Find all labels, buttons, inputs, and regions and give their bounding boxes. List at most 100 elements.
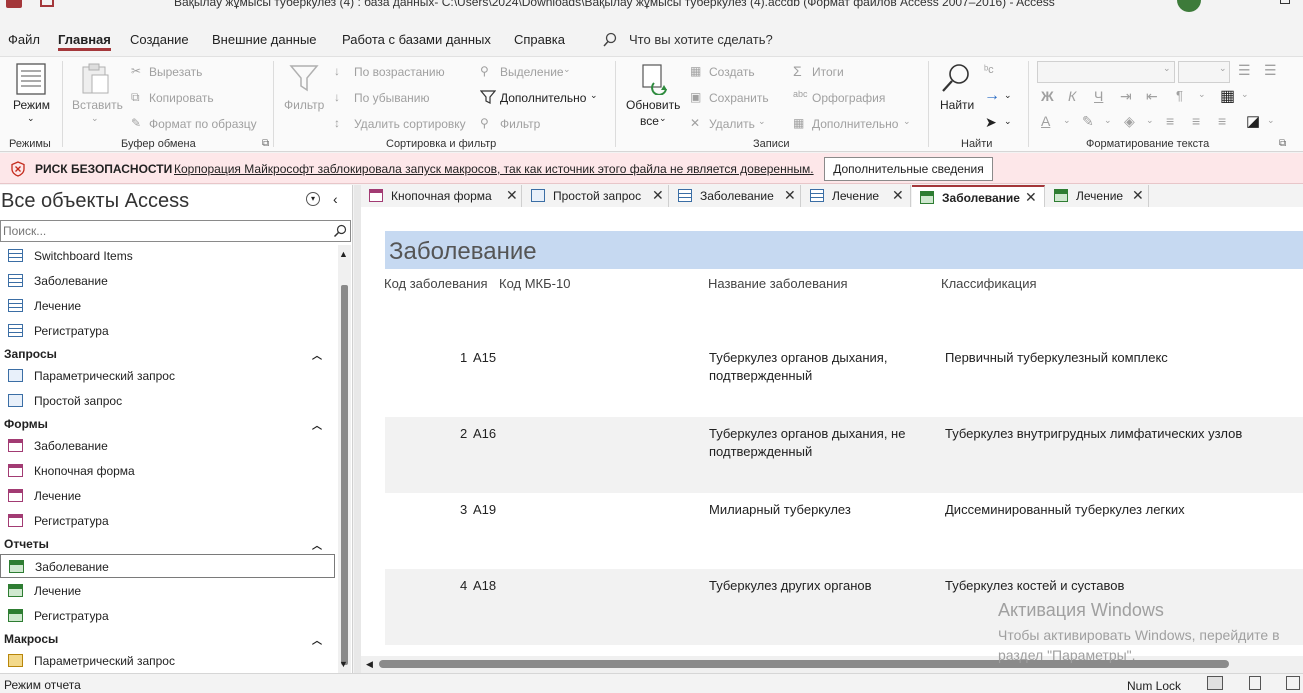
paragraph-dropdown-icon[interactable]: ⌄ — [1198, 89, 1206, 100]
paste-dropdown-icon[interactable]: ⌄ — [91, 113, 99, 124]
menu-database-tools[interactable]: Работа с базами данных — [342, 32, 491, 47]
font-name-dropdown-icon[interactable]: ⌄ — [1163, 63, 1171, 74]
tab-table-lechenie[interactable]: Лечение ✕ — [802, 185, 911, 207]
goto-dropdown-icon[interactable]: ⌄ — [1004, 90, 1012, 101]
selection-dropdown-icon[interactable]: ⌄ — [563, 64, 571, 75]
more-info-button[interactable]: Дополнительные сведения — [824, 157, 993, 181]
close-icon[interactable]: ✕ — [1132, 187, 1144, 204]
security-message-link[interactable]: Корпорация Майкрософт заблокировала запу… — [174, 162, 814, 176]
alternate-row-dropdown-icon[interactable]: ⌄ — [1267, 115, 1275, 126]
remove-sort-button[interactable]: Удалить сортировку — [354, 117, 466, 131]
close-icon[interactable]: ✕ — [652, 187, 664, 204]
layout-view-icon[interactable] — [1286, 676, 1300, 690]
font-size-dropdown-icon[interactable]: ⌄ — [1219, 63, 1227, 74]
chevron-up-icon[interactable]: ︿ — [312, 417, 322, 432]
font-name-select[interactable] — [1037, 61, 1175, 83]
close-icon[interactable]: ✕ — [892, 187, 904, 204]
nav-table-zabolevanie[interactable]: Заболевание — [0, 269, 335, 293]
scroll-up-icon[interactable]: ▲ — [339, 249, 348, 259]
sort-ascending-button[interactable]: По возрастанию — [354, 65, 445, 79]
nav-macro-parametric[interactable]: Параметрический запрос — [0, 649, 335, 673]
scroll-left-icon[interactable]: ◀ — [366, 659, 373, 670]
font-color-icon[interactable]: A — [1041, 113, 1050, 129]
nav-query-simple[interactable]: Простой запрос — [0, 389, 335, 413]
advanced-filter-button[interactable]: Дополнительно — [500, 91, 586, 105]
bullets-icon[interactable]: ☰ — [1238, 62, 1251, 79]
nav-search-input[interactable] — [0, 220, 351, 242]
refresh-all-button[interactable]: Обновить — [626, 98, 680, 112]
select-icon[interactable]: ➤ — [985, 114, 997, 131]
new-record-button[interactable]: Создать — [709, 65, 755, 79]
filter-button[interactable]: Фильтр — [284, 98, 324, 112]
report-view-icon[interactable] — [1207, 676, 1223, 690]
totals-button[interactable]: Итоги — [812, 65, 844, 79]
nav-query-parametric[interactable]: Параметрический запрос — [0, 364, 335, 388]
nav-group-forms[interactable]: Формы ︿ — [0, 413, 335, 435]
menu-external-data[interactable]: Внешние данные — [212, 32, 317, 47]
gridlines-dropdown-icon[interactable]: ⌄ — [1241, 89, 1249, 100]
delete-dropdown-icon[interactable]: ⌄ — [758, 116, 766, 127]
clipboard-launcher-icon[interactable]: ⧉ — [262, 138, 269, 149]
menu-help[interactable]: Справка — [514, 32, 565, 47]
nav-report-lechenie[interactable]: Лечение — [0, 579, 335, 603]
toggle-filter-button[interactable]: Фильтр — [500, 117, 540, 131]
restore-window-icon[interactable] — [1280, 0, 1290, 4]
fill-color-dropdown-icon[interactable]: ⌄ — [1146, 115, 1154, 126]
paste-button[interactable]: Вставить — [72, 98, 123, 112]
gridlines-icon[interactable]: ▦ — [1220, 86, 1235, 106]
alternate-row-color-icon[interactable]: ◪ — [1246, 112, 1260, 130]
close-icon[interactable]: ✕ — [1025, 189, 1037, 206]
nav-pane-title[interactable]: Все объекты Access — [1, 190, 189, 213]
refresh-dropdown-icon[interactable]: ⌄ — [659, 113, 667, 124]
decrease-indent-icon[interactable]: ⇤ — [1146, 88, 1158, 105]
save-record-button[interactable]: Сохранить — [709, 91, 769, 105]
chevron-up-icon[interactable]: ︿ — [312, 347, 322, 362]
view-dropdown-icon[interactable]: ⌄ — [27, 113, 35, 124]
advanced-dropdown-icon[interactable]: ⌄ — [590, 90, 598, 101]
nav-report-zabolevanie[interactable]: Заболевание — [0, 554, 335, 578]
nav-form-registratura[interactable]: Регистратура — [0, 509, 335, 533]
view-button[interactable]: Режим — [13, 98, 50, 112]
align-center-icon[interactable]: ≡ — [1192, 113, 1200, 129]
sort-descending-button[interactable]: По убыванию — [354, 91, 430, 105]
nav-menu-dropdown-icon[interactable]: ▾ — [306, 192, 320, 206]
cut-button[interactable]: Вырезать — [149, 65, 202, 79]
tell-me-search[interactable]: Что вы хотите сделать? — [629, 32, 773, 47]
nav-table-registratura[interactable]: Регистратура — [0, 319, 335, 343]
nav-group-queries[interactable]: Запросы ︿ — [0, 343, 335, 365]
text-format-launcher-icon[interactable]: ⧉ — [1279, 138, 1286, 149]
format-painter-button[interactable]: Формат по образцу — [149, 117, 257, 131]
close-icon[interactable]: ✕ — [506, 187, 518, 204]
align-left-icon[interactable]: ≡ — [1166, 113, 1174, 129]
font-color-dropdown-icon[interactable]: ⌄ — [1063, 115, 1071, 126]
nav-report-registratura[interactable]: Регистратура — [0, 604, 335, 628]
highlight-dropdown-icon[interactable]: ⌄ — [1104, 115, 1112, 126]
search-icon[interactable] — [333, 224, 347, 238]
replace-icon[interactable]: ᵇc — [984, 64, 994, 76]
chevron-up-icon[interactable]: ︿ — [312, 537, 322, 552]
tab-report-zabolevanie[interactable]: Заболевание ✕ — [912, 185, 1045, 207]
nav-scroll-thumb[interactable] — [341, 285, 348, 665]
goto-icon[interactable]: → — [984, 87, 1000, 105]
paragraph-icon[interactable]: ¶ — [1176, 88, 1183, 103]
menu-file[interactable]: Файл — [8, 32, 40, 47]
print-preview-icon[interactable] — [1249, 676, 1261, 690]
tab-switchboard-form[interactable]: Кнопочная форма ✕ — [361, 185, 522, 207]
nav-table-switchboard-items[interactable]: Switchboard Items — [0, 244, 335, 268]
chevron-up-icon[interactable]: ︿ — [312, 632, 322, 647]
tab-table-zabolevanie[interactable]: Заболевание ✕ — [670, 185, 801, 207]
align-right-icon[interactable]: ≡ — [1218, 113, 1226, 129]
menu-home[interactable]: Главная — [58, 32, 111, 51]
nav-form-lechenie[interactable]: Лечение — [0, 484, 335, 508]
nav-form-switchboard[interactable]: Кнопочная форма — [0, 459, 335, 483]
bold-button[interactable]: Ж — [1041, 88, 1054, 104]
tab-simple-query[interactable]: Простой запрос ✕ — [523, 185, 669, 207]
save-icon[interactable] — [40, 0, 54, 7]
find-button[interactable]: Найти — [940, 98, 974, 112]
delete-record-button[interactable]: Удалить — [709, 117, 755, 131]
highlight-icon[interactable]: ✎ — [1082, 113, 1094, 130]
more-dropdown-icon[interactable]: ⌄ — [903, 116, 911, 127]
pane-splitter[interactable] — [354, 185, 361, 673]
nav-form-zabolevanie[interactable]: Заболевание — [0, 434, 335, 458]
underline-button[interactable]: Ч — [1094, 88, 1103, 104]
